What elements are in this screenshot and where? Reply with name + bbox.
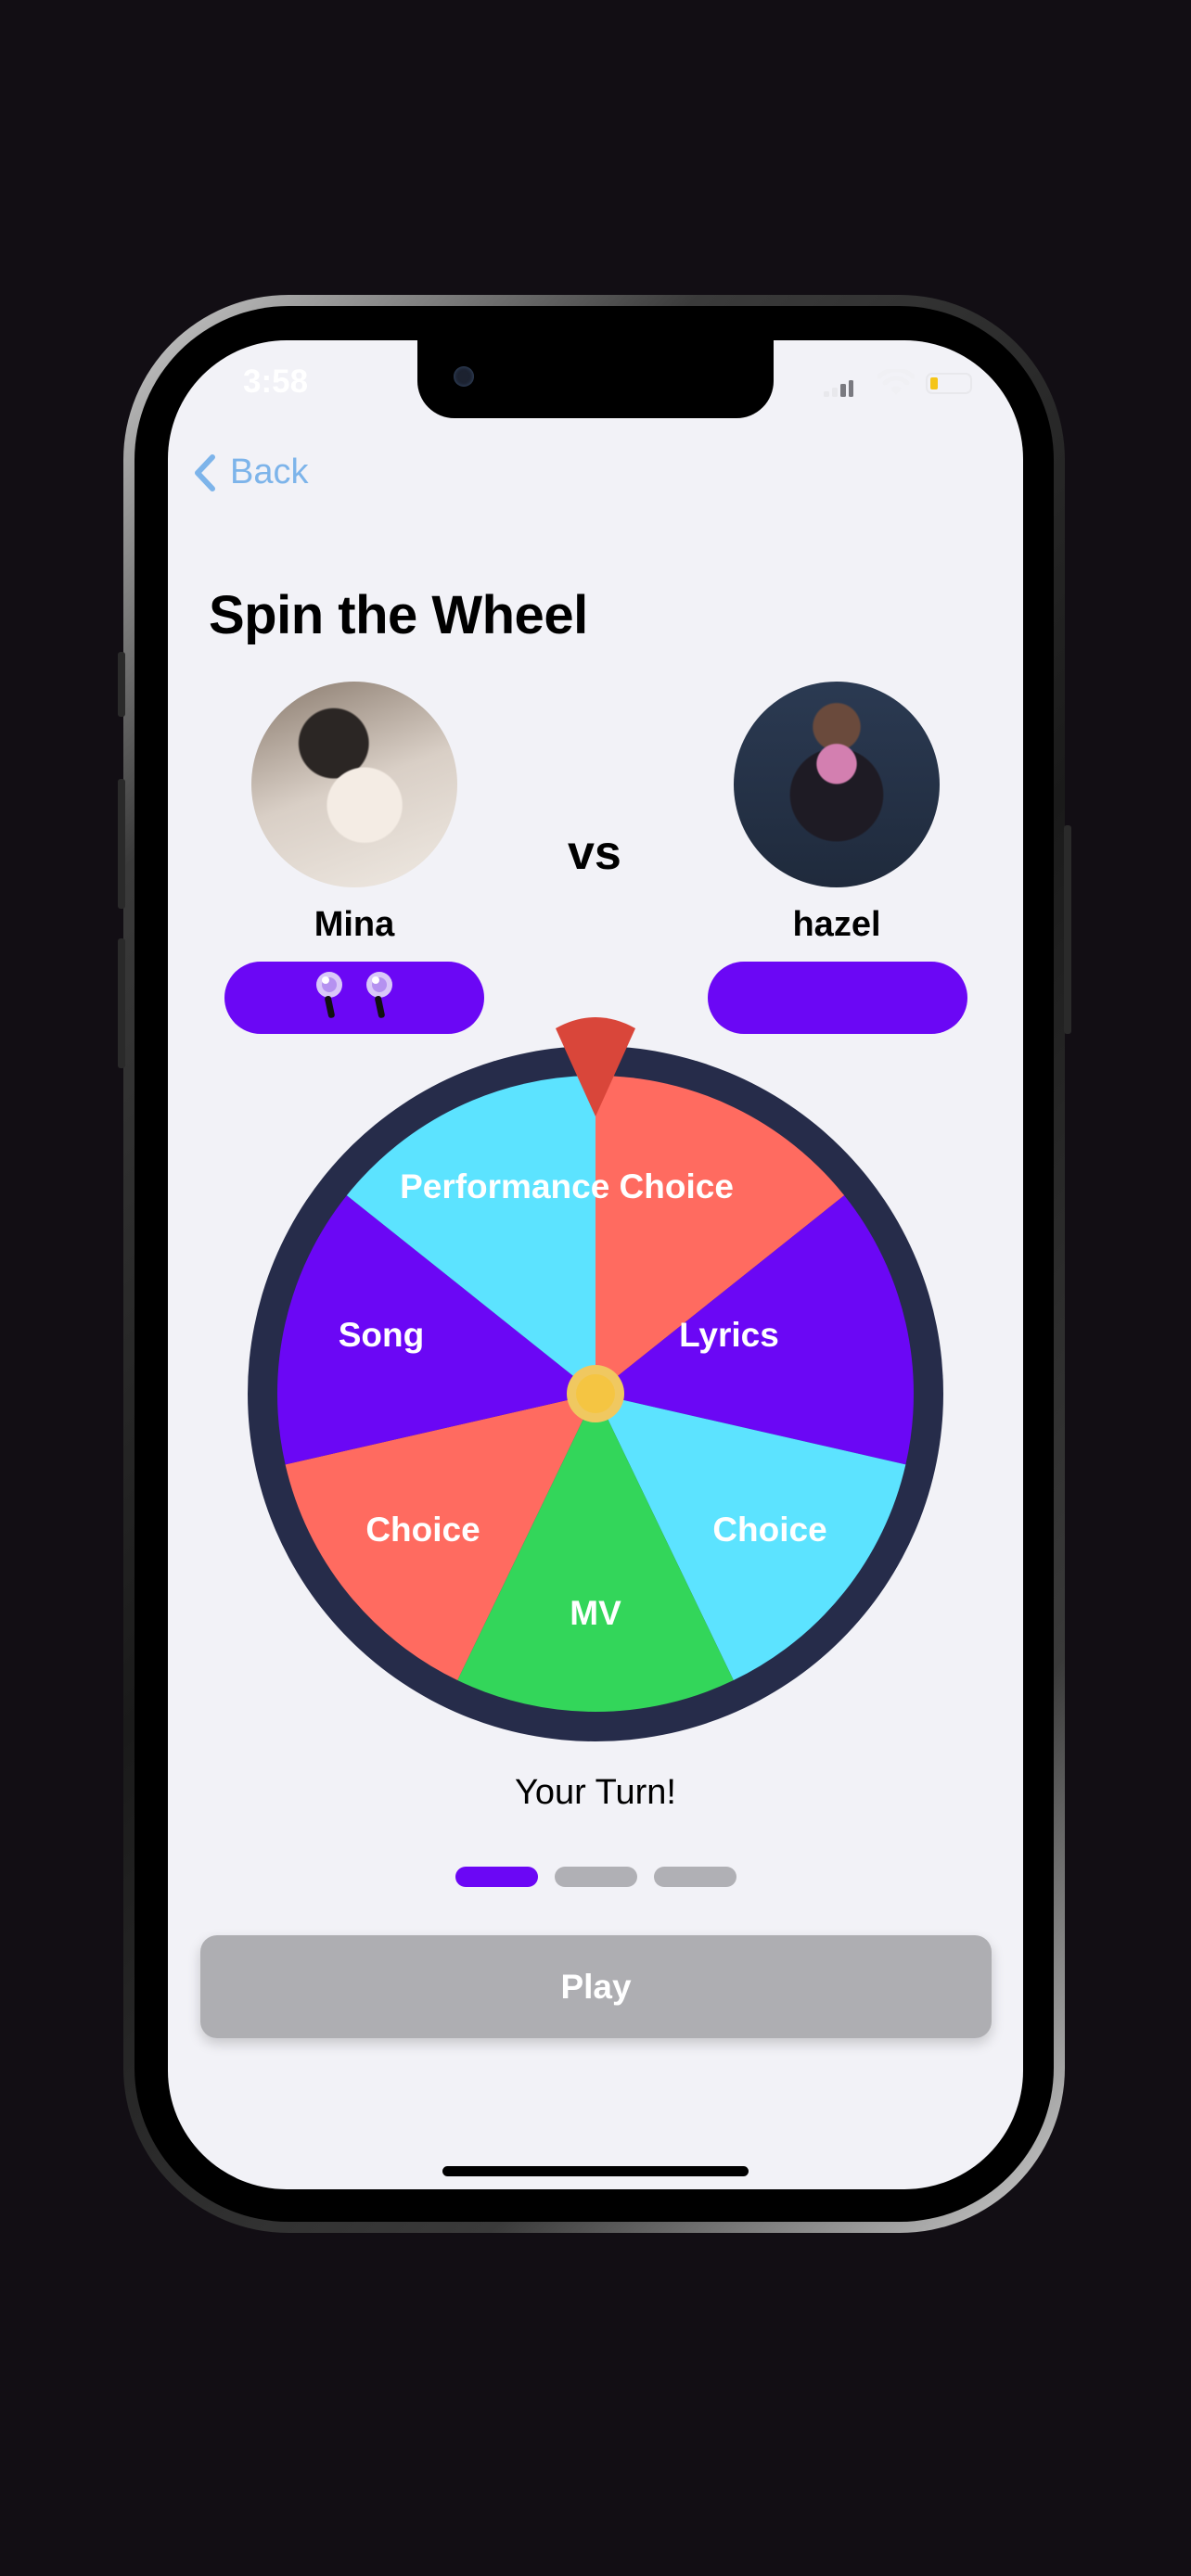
- wheel-segment-label: Song: [339, 1316, 424, 1354]
- wheel-segment-label: Performance Choice: [400, 1167, 734, 1205]
- chevron-left-icon: [195, 453, 215, 491]
- volume-down-button: [118, 938, 125, 1068]
- play-button[interactable]: Play: [200, 1935, 992, 2038]
- power-button: [1064, 825, 1071, 1034]
- spin-wheel[interactable]: Performance Choice Lyrics Choice MV Choice So…: [247, 1008, 944, 1750]
- player-left-avatar: [251, 682, 457, 887]
- wheel-segment-label: MV: [570, 1594, 621, 1632]
- vs-label: vs: [568, 826, 621, 880]
- status-time: 3:58: [243, 363, 309, 400]
- page-title: Spin the Wheel: [209, 585, 588, 645]
- wheel-segment-label: Lyrics: [679, 1316, 779, 1354]
- front-camera: [454, 366, 474, 387]
- home-indicator: [442, 2166, 749, 2176]
- round-indicator-1: [455, 1867, 538, 1887]
- battery-icon: [926, 373, 972, 394]
- round-indicator-3: [654, 1867, 736, 1887]
- wheel-segment-label: Choice: [712, 1511, 826, 1549]
- play-label: Play: [560, 1967, 632, 2006]
- mute-switch: [118, 652, 125, 717]
- wifi-icon: [877, 367, 916, 402]
- wheel-hub-center: [576, 1374, 615, 1413]
- round-indicator-2: [555, 1867, 637, 1887]
- player-left-name: Mina: [314, 905, 395, 944]
- back-button[interactable]: Back: [193, 453, 308, 492]
- volume-up-button: [118, 779, 125, 909]
- battery-level: [930, 377, 938, 389]
- wheel-segment-label: Choice: [365, 1511, 480, 1549]
- player-right-avatar: [734, 682, 940, 887]
- back-label: Back: [230, 453, 309, 491]
- player-right-name: hazel: [792, 905, 881, 944]
- turn-status: Your Turn!: [515, 1773, 676, 1812]
- cellular-signal-icon: [824, 380, 853, 402]
